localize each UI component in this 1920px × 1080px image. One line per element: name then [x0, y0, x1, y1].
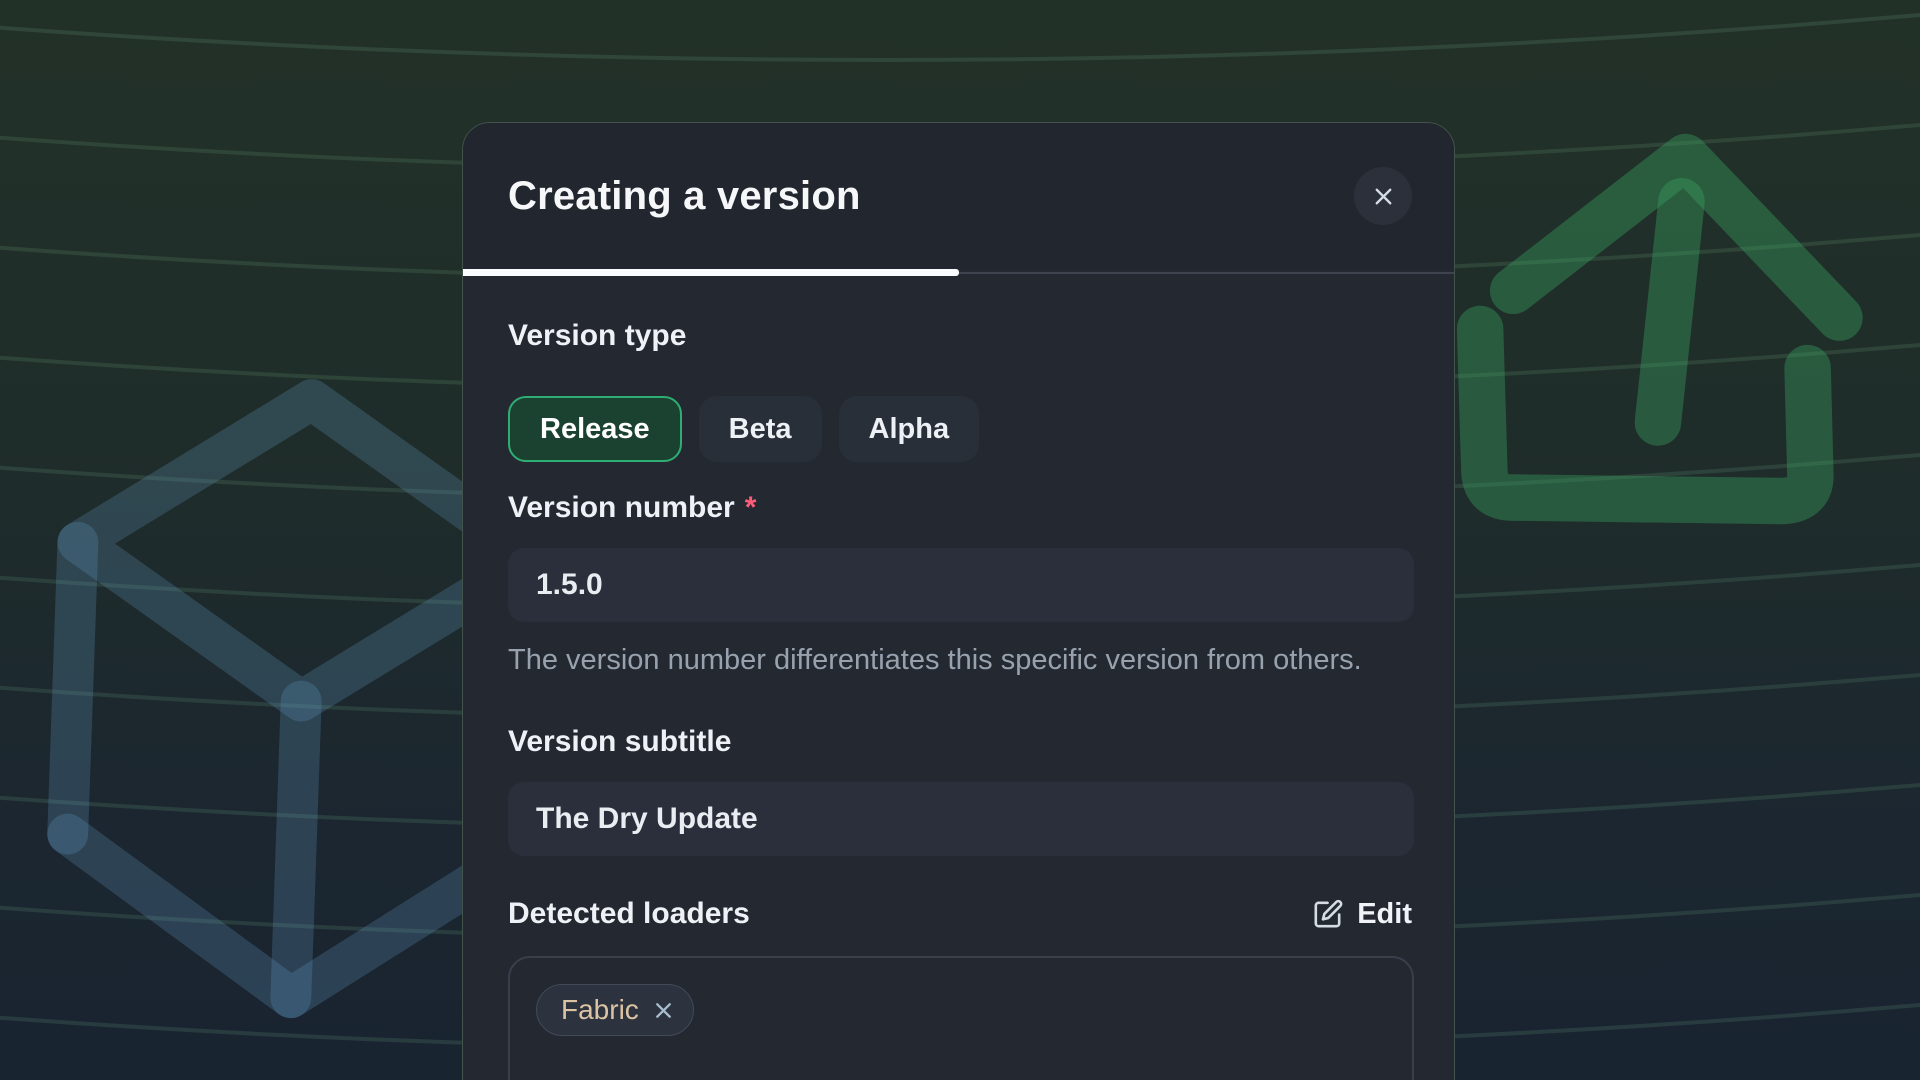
version-subtitle-label: Version subtitle [508, 724, 1412, 760]
version-number-helper-text: The version number differentiates this s… [508, 638, 1428, 682]
detected-loaders-label: Detected loaders [508, 896, 750, 932]
loader-chip-label: Fabric [561, 994, 639, 1026]
modal-body: Version type Release Beta Alpha Version … [463, 276, 1454, 1080]
version-type-beta-button[interactable]: Beta [699, 396, 822, 462]
required-asterisk: * [745, 491, 757, 525]
edit-button-label: Edit [1357, 898, 1412, 931]
page-background: Creating a version Version type Release … [0, 0, 1920, 1080]
remove-x-icon [652, 999, 675, 1022]
version-type-label: Version type [508, 318, 1412, 354]
close-icon [1370, 183, 1397, 210]
loader-chip-fabric[interactable]: Fabric [536, 984, 694, 1036]
version-type-alpha-button[interactable]: Alpha [839, 396, 980, 462]
version-type-options: Release Beta Alpha [508, 396, 1412, 462]
modal-header: Creating a version [463, 123, 1454, 269]
version-number-label: Version number * [508, 490, 1412, 526]
detected-loaders-box: Fabric [508, 956, 1414, 1080]
version-type-release-button[interactable]: Release [508, 396, 682, 462]
upload-arrow-icon [1422, 72, 1920, 589]
close-button[interactable] [1354, 167, 1412, 225]
version-number-input[interactable] [508, 548, 1414, 622]
remove-loader-button[interactable] [652, 999, 675, 1022]
edit-loaders-button[interactable]: Edit [1311, 898, 1412, 931]
version-subtitle-input[interactable] [508, 782, 1414, 856]
progress-fill [463, 269, 959, 276]
creating-version-modal: Creating a version Version type Release … [462, 122, 1455, 1080]
modal-title: Creating a version [508, 174, 861, 219]
edit-pen-icon [1311, 898, 1344, 931]
detected-loaders-row: Detected loaders Edit [508, 894, 1412, 934]
